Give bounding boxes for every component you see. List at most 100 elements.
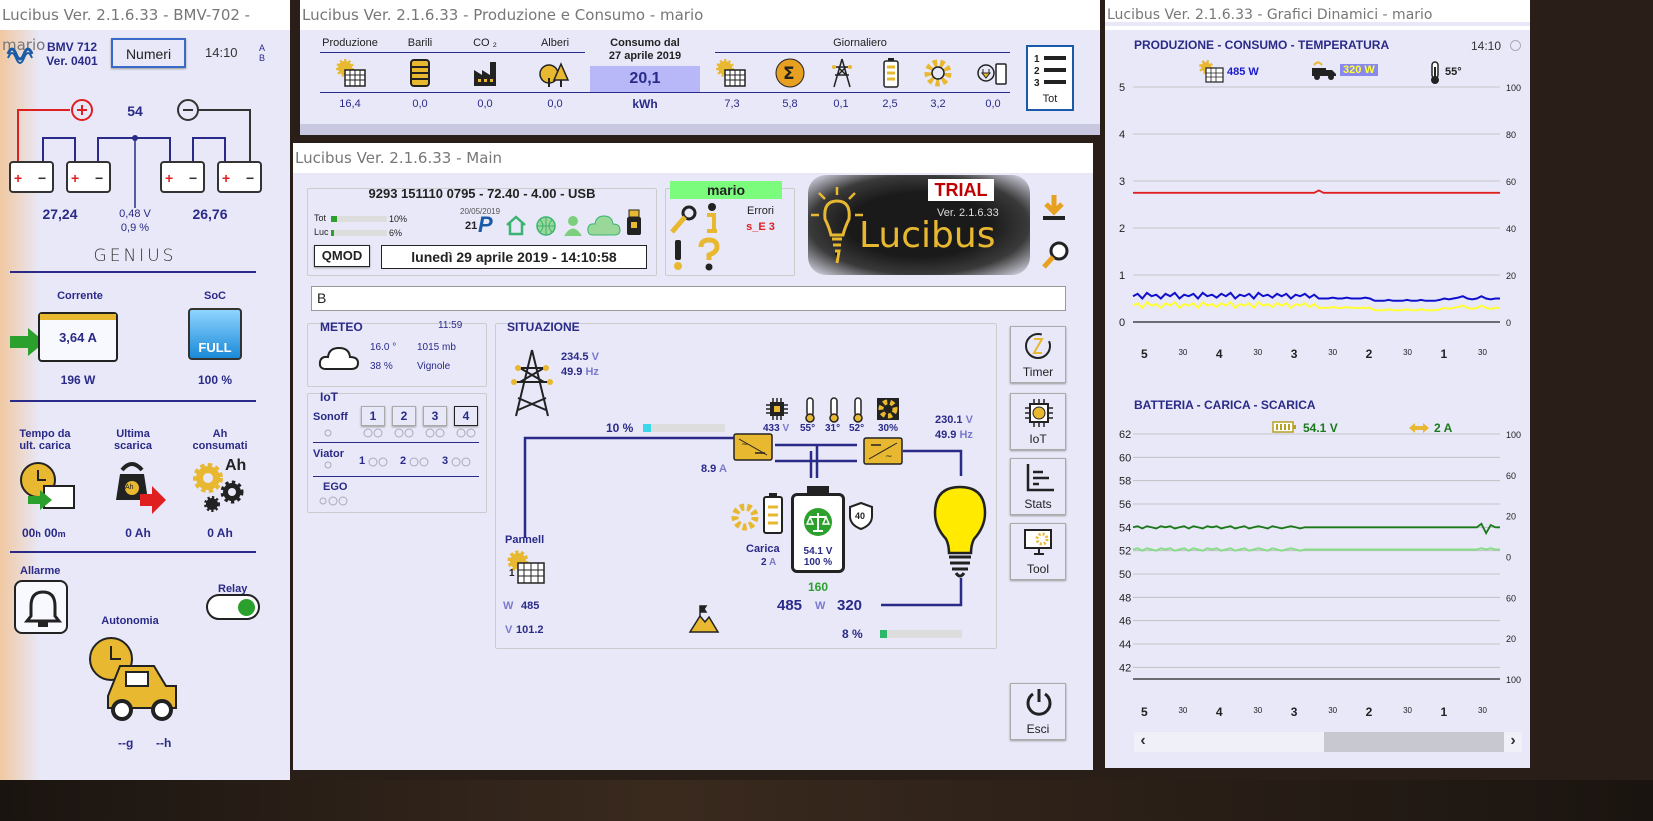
y-tick-label: 0	[1119, 317, 1125, 329]
shield-number: 40	[855, 511, 866, 521]
kettlebell-icon	[116, 462, 166, 514]
numbered-list-icon: 1 2 3	[1034, 54, 1066, 89]
svg-text:3: 3	[1034, 78, 1040, 89]
x-tick-label: 5	[1141, 705, 1148, 719]
tool-monitor-icon	[1024, 529, 1052, 555]
svg-text:~: ~	[741, 440, 749, 450]
tempo-minutes-unit: m	[57, 529, 66, 539]
header-barili: Barili	[407, 37, 433, 49]
legend-truck-icon	[1312, 61, 1336, 80]
allarme-label: Allarme	[20, 565, 61, 577]
x-tick-label: 3	[1291, 705, 1298, 719]
y-tick-label: 50	[1119, 569, 1131, 581]
x-tick-label: 30	[1328, 706, 1337, 715]
produzione-window: Lucibus Ver. 2.1.6.33 - Produzione e Con…	[300, 0, 1100, 135]
corrente-value: 3,64 A	[59, 330, 97, 345]
series-line-2	[1132, 300, 1500, 312]
output-voltage: 230.1 V	[935, 414, 973, 426]
stats-icon	[1026, 464, 1054, 492]
scroll-left-button[interactable]: ‹	[1134, 732, 1152, 752]
grafici-window: Lucibus Ver. 2.1.6.33 - Grafici Dinamici…	[1105, 0, 1530, 768]
temp-3: 52°	[849, 423, 865, 434]
scroll-right-button[interactable]: ›	[1504, 732, 1522, 752]
y-right-tick-label: 100	[1506, 430, 1521, 440]
tot-label: Tot	[1042, 93, 1058, 105]
header-co2: CO ₂	[473, 37, 497, 49]
value-produzione: 16,4	[339, 98, 361, 110]
ultima-scarica-label: Ultima scarica	[114, 428, 152, 452]
chart2-plot: 42444648505254565860621002060020601005 30…	[1119, 429, 1521, 719]
iot-chip-icon	[1025, 399, 1053, 427]
svg-text:−: −	[246, 170, 254, 186]
lightbulb-icon	[933, 485, 987, 578]
fan-percent: 30%	[878, 423, 899, 434]
horizontal-scrollbar[interactable]: ‹ ›	[1134, 732, 1522, 752]
y-tick-label: 46	[1119, 616, 1131, 628]
trees-icon	[539, 62, 570, 87]
y-right-tick-label: 20	[1506, 512, 1516, 522]
consumo-value: 20,1	[590, 66, 700, 92]
daily-pylon-icon	[832, 58, 852, 88]
relay-toggle[interactable]	[206, 594, 260, 620]
inverter-icon: ~	[733, 433, 773, 461]
fan-icon	[877, 398, 899, 420]
grid-frequency: 49.9 Hz	[561, 366, 599, 378]
midpoint-percent: 0,9 %	[120, 222, 150, 234]
x-tick-label: 30	[1178, 348, 1187, 357]
chart-time: 14:10	[1471, 39, 1502, 53]
car-clock-icon	[89, 637, 177, 721]
stats-label: Stats	[1024, 497, 1052, 511]
esci-label: Esci	[1026, 722, 1050, 736]
stats-button[interactable]: Stats	[1010, 458, 1066, 515]
numeri-button[interactable]: Numeri	[111, 38, 186, 68]
diagram-lines	[523, 436, 963, 607]
y-right-tick-label: 100	[1506, 675, 1521, 685]
allarme-button[interactable]	[14, 580, 68, 634]
tool-button[interactable]: Tool	[1010, 523, 1066, 580]
tot-button[interactable]: 1 2 3 Tot	[1026, 45, 1074, 111]
y-right-tick-label: 100	[1506, 83, 1521, 93]
timer-icon	[1025, 333, 1051, 359]
timer-label: Timer	[1022, 365, 1054, 379]
y-tick-label: 48	[1119, 592, 1131, 604]
y-right-tick-label: 60	[1506, 177, 1516, 187]
y-right-tick-label: 60	[1506, 471, 1516, 481]
chart1-legend-consumption: 320 W	[1340, 64, 1378, 76]
y-tick-label: 54	[1119, 522, 1131, 534]
giornaliero-label: Giornaliero	[833, 37, 887, 49]
temp-1: 55°	[800, 423, 816, 434]
x-tick-label: 30	[1253, 706, 1262, 715]
battery-percent: 100 %	[803, 557, 833, 568]
power-icon	[1026, 689, 1052, 716]
esci-button[interactable]: Esci	[1010, 683, 1066, 740]
divider	[10, 551, 256, 553]
power-unit: W	[815, 600, 826, 612]
timer-button[interactable]: Timer	[1010, 326, 1066, 383]
corrente-label: Corrente	[57, 290, 103, 302]
load-progress-bar	[880, 630, 962, 638]
y-tick-label: 3	[1119, 176, 1125, 188]
power-in: 485	[777, 597, 803, 614]
bmv-window: Lucibus Ver. 2.1.6.33 - BMV-702 - mario …	[0, 0, 290, 780]
carica-label: Carica	[746, 543, 780, 555]
pannell-w-value: 485	[521, 600, 540, 612]
x-tick-label: 30	[1403, 348, 1412, 357]
status-circle-icon	[1510, 40, 1521, 51]
clock-icon	[20, 462, 75, 510]
pannell-number: 1	[509, 568, 515, 579]
x-tick-label: 2	[1366, 705, 1373, 719]
y-tick-label: 4	[1119, 129, 1125, 141]
x-tick-label: 1	[1441, 705, 1448, 719]
daily-plug-battery-icon	[977, 63, 1007, 85]
svg-text:−: −	[95, 170, 103, 186]
y-tick-label: 60	[1119, 452, 1131, 464]
series-line-0	[1133, 189, 1500, 194]
charge-current: 8.9 A	[701, 463, 727, 475]
y-right-tick-label: 80	[1506, 130, 1516, 140]
iot-button[interactable]: IoT	[1010, 393, 1066, 450]
scrollbar-thumb[interactable]	[1324, 732, 1504, 752]
daily-value-battery: 2,5	[882, 98, 898, 110]
svg-text:2: 2	[1034, 66, 1040, 77]
consumo-date: 27 aprile 2019	[608, 50, 682, 62]
consumo-unit: kWh	[632, 97, 658, 111]
